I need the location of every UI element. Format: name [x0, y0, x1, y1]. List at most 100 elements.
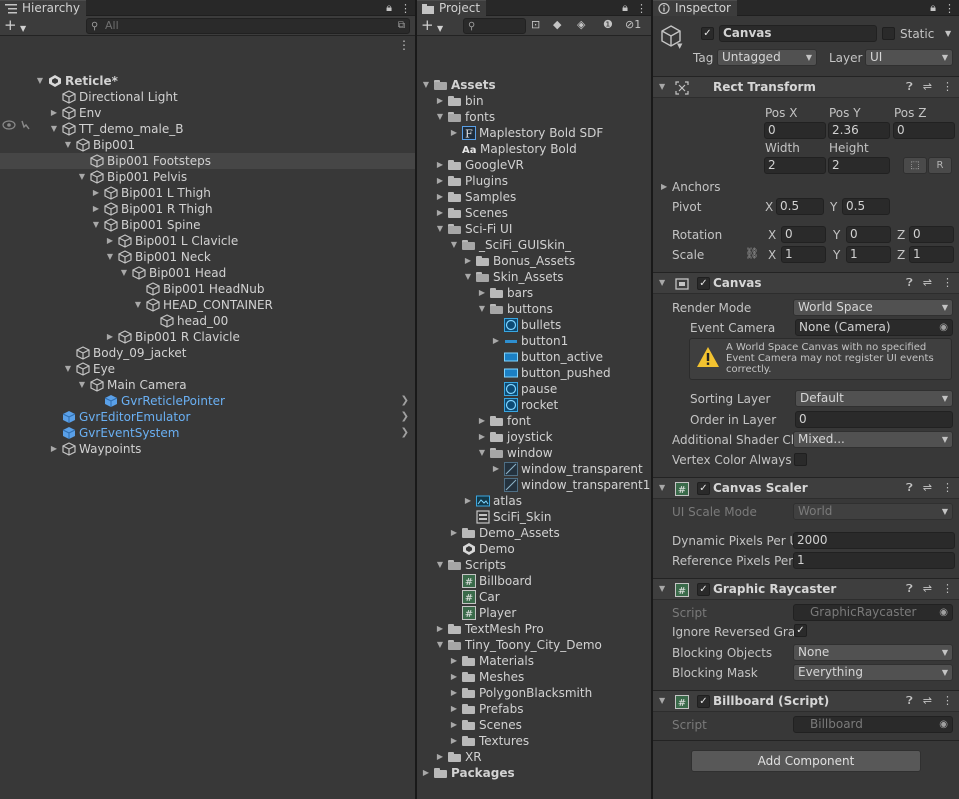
project-item-row[interactable]: ▶ Samples [417, 189, 651, 205]
expand-arrow-closed-icon[interactable]: ▶ [462, 493, 474, 509]
hierarchy-item-row[interactable]: ▶ Env [0, 105, 415, 121]
blocking-mask-dropdown[interactable]: Everything [793, 664, 953, 681]
expand-arrow-closed-icon[interactable]: ▶ [476, 429, 488, 445]
canvas-scaler-header[interactable]: ▼ # ✓ Canvas Scaler ❓︎ ⇌ ⋮ [653, 477, 959, 499]
hierarchy-item-row[interactable]: Body_09_jacket [0, 345, 415, 361]
project-item-row[interactable]: SciFi_Skin [417, 509, 651, 525]
prefab-open-chevron-icon[interactable]: ❯ [401, 409, 409, 425]
project-item-row[interactable]: ▼ Sci-Fi UI [417, 221, 651, 237]
expand-arrow-closed-icon[interactable]: ▶ [448, 125, 460, 141]
expand-arrow-closed-icon[interactable]: ▶ [420, 765, 432, 781]
static-checkbox[interactable] [882, 27, 895, 40]
pivot-y-field[interactable]: 0.5 [842, 198, 890, 215]
expand-arrow-closed-icon[interactable]: ▶ [448, 525, 460, 541]
hierarchy-item-row[interactable]: ▶ Bip001 R Clavicle [0, 329, 415, 345]
vertex-color-checkbox[interactable] [794, 453, 807, 466]
expand-arrow-open-icon[interactable]: ▼ [132, 297, 144, 313]
expand-arrow-closed-icon[interactable]: ▶ [476, 413, 488, 429]
project-item-row[interactable]: Aa Maplestory Bold [417, 141, 651, 157]
hierarchy-item-row[interactable]: ▼ Bip001 Pelvis [0, 169, 415, 185]
expand-arrow-closed-icon[interactable]: ▶ [434, 189, 446, 205]
hierarchy-item-row[interactable]: GvrEventSystem ❯ [0, 425, 415, 441]
expand-arrow-closed-icon[interactable]: ▶ [48, 105, 60, 121]
tab-hierarchy[interactable]: Hierarchy [0, 0, 87, 16]
project-item-row[interactable]: button_active [417, 349, 651, 365]
component-menu-icon[interactable]: ⋮ [942, 694, 953, 708]
pivot-x-field[interactable]: 0.5 [776, 198, 824, 215]
help-icon[interactable]: ❓︎ [906, 481, 913, 495]
expand-arrow-closed-icon[interactable]: ▶ [448, 717, 460, 733]
expand-arrow-closed-icon[interactable]: ▶ [104, 233, 116, 249]
expand-arrow-open-icon[interactable]: ▼ [434, 637, 446, 653]
project-item-row[interactable]: ▶ Prefabs [417, 701, 651, 717]
expand-arrow-open-icon[interactable]: ▼ [476, 301, 488, 317]
tag-dropdown[interactable]: Untagged [717, 49, 817, 66]
expand-arrow-closed-icon[interactable]: ▶ [448, 669, 460, 685]
expand-arrow-open-icon[interactable]: ▼ [118, 265, 130, 281]
event-camera-field[interactable]: None (Camera) [795, 319, 953, 336]
expand-arrow-closed-icon[interactable]: ▶ [104, 329, 116, 345]
expand-arrow-open-icon[interactable]: ▼ [76, 169, 88, 185]
help-icon[interactable]: ❓︎ [906, 80, 913, 94]
expand-arrow-closed-icon[interactable]: ▶ [434, 173, 446, 189]
expand-arrow-closed-icon[interactable]: ▶ [434, 749, 446, 765]
expand-arrow-open-icon[interactable]: ▼ [34, 73, 46, 89]
create-button[interactable]: + ▼ [4, 18, 34, 34]
canvas-scaler-enabled-checkbox[interactable]: ✓ [697, 482, 710, 495]
expand-arrow-closed-icon[interactable]: ▶ [434, 93, 446, 109]
preset-icon[interactable]: ⇌ [923, 80, 932, 94]
expand-arrow-open-icon[interactable]: ▼ [434, 557, 446, 573]
hierarchy-item-row[interactable]: ▶ Waypoints [0, 441, 415, 457]
project-item-row[interactable]: ▶ PolygonBlacksmith [417, 685, 651, 701]
project-item-row[interactable]: ▶ atlas [417, 493, 651, 509]
hierarchy-item-row[interactable]: head_00 [0, 313, 415, 329]
hierarchy-item-row[interactable]: ▼ Bip001 Spine [0, 217, 415, 233]
hierarchy-item-row[interactable]: Bip001 HeadNub [0, 281, 415, 297]
project-item-row[interactable]: ▶ Textures [417, 733, 651, 749]
graphic-raycaster-enabled-checkbox[interactable]: ✓ [697, 583, 710, 596]
project-item-row[interactable]: ▶ Bonus_Assets [417, 253, 651, 269]
static-dropdown-icon[interactable]: ▼ [945, 29, 951, 38]
expand-arrow-open-icon[interactable]: ▼ [104, 249, 116, 265]
lock-icon[interactable]: 🔒︎ [930, 1, 936, 15]
expand-arrow-closed-icon[interactable]: ▶ [434, 157, 446, 173]
project-item-row[interactable]: ▶ Plugins [417, 173, 651, 189]
hierarchy-item-row[interactable]: ▶ Bip001 R Thigh [0, 201, 415, 217]
pos-y-field[interactable]: 2.36 [828, 122, 890, 139]
project-item-row[interactable]: pause [417, 381, 651, 397]
reference-pixels-field[interactable]: 1 [793, 552, 955, 569]
project-item-row[interactable]: ▼ window [417, 445, 651, 461]
create-asset-button[interactable]: + ▼ [421, 18, 451, 34]
expand-arrow-closed-icon[interactable]: ▶ [476, 285, 488, 301]
add-component-button[interactable]: Add Component [691, 750, 921, 772]
rotation-x-field[interactable]: 0 [781, 226, 826, 243]
object-active-checkbox[interactable]: ✓ [701, 27, 714, 40]
hierarchy-item-row[interactable]: ▼ Reticle* [0, 73, 415, 89]
expand-arrow-open-icon[interactable]: ▼ [476, 445, 488, 461]
kebab-menu-icon[interactable]: ⋮ [400, 2, 411, 15]
expand-arrow-closed-icon[interactable]: ▶ [90, 201, 102, 217]
project-item-row[interactable]: ▶ bin [417, 93, 651, 109]
project-item-row[interactable]: ▼ fonts [417, 109, 651, 125]
project-item-row[interactable]: bullets [417, 317, 651, 333]
expand-arrow-closed-icon[interactable]: ▶ [434, 205, 446, 221]
hierarchy-item-row[interactable]: ▼ Bip001 [0, 137, 415, 153]
ignore-reversed-checkbox[interactable]: ✓ [794, 624, 807, 637]
constrain-proportions-icon[interactable]: ⛓︎ [745, 247, 759, 260]
scale-x-field[interactable]: 1 [781, 246, 826, 263]
project-item-row[interactable]: ▶ Packages [417, 765, 651, 781]
hierarchy-item-row[interactable]: ▼ Eye [0, 361, 415, 377]
canvas-header[interactable]: ▼ ✓ Canvas ❓︎ ⇌ ⋮ [653, 272, 959, 294]
project-item-row[interactable]: ▶ F Maplestory Bold SDF [417, 125, 651, 141]
kebab-menu-icon[interactable]: ⋮ [636, 2, 647, 15]
project-item-row[interactable]: ▶ Materials [417, 653, 651, 669]
expand-arrow-closed-icon[interactable]: ▶ [490, 333, 502, 349]
project-item-row[interactable]: ▶ TextMesh Pro [417, 621, 651, 637]
graphic-raycaster-header[interactable]: ▼ # ✓ Graphic Raycaster ❓︎ ⇌ ⋮ [653, 578, 959, 600]
project-item-row[interactable]: ▶ Scenes [417, 205, 651, 221]
rotation-z-field[interactable]: 0 [909, 226, 954, 243]
project-item-row[interactable]: ▶ bars [417, 285, 651, 301]
preset-icon[interactable]: ⇌ [923, 582, 932, 596]
billboard-enabled-checkbox[interactable]: ✓ [697, 695, 710, 708]
blocking-objects-dropdown[interactable]: None [793, 644, 953, 661]
